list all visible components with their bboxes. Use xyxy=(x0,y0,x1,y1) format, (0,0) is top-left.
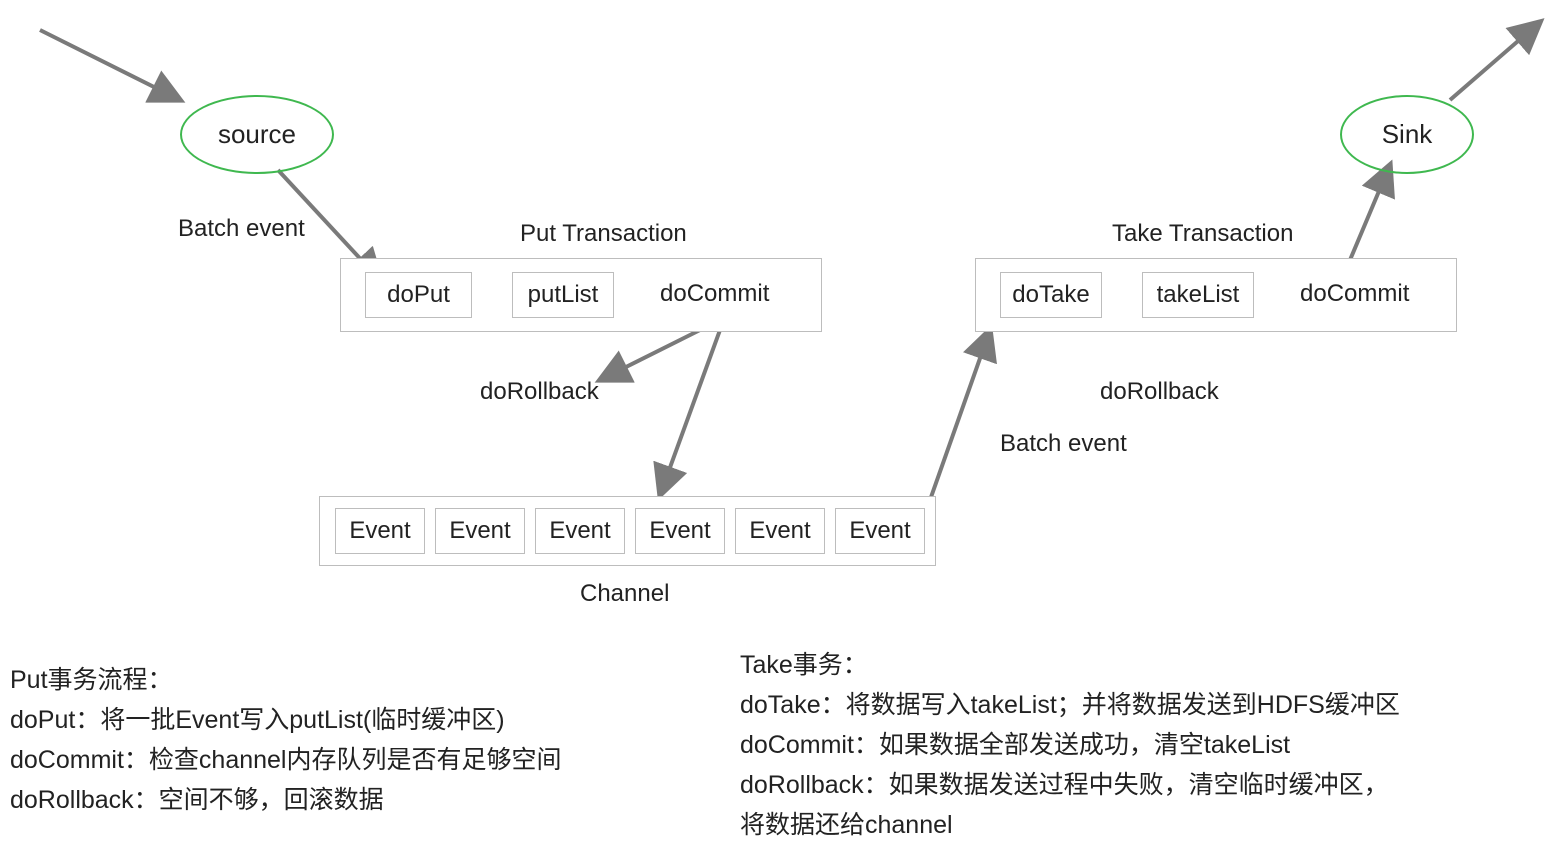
diagram-canvas: source Sink Batch event Put Transaction … xyxy=(0,0,1546,852)
channel-event: Event xyxy=(835,508,925,554)
dorollback-left-label: doRollback xyxy=(480,378,599,406)
doput-cell: doPut xyxy=(365,272,472,318)
sink-label: Sink xyxy=(1382,119,1433,150)
channel-event-label: Event xyxy=(649,517,710,545)
dorollback-right-label: doRollback xyxy=(1100,378,1219,406)
channel-event-label: Event xyxy=(449,517,510,545)
channel-event: Event xyxy=(635,508,725,554)
channel-event-label: Event xyxy=(849,517,910,545)
takelist-cell: takeList xyxy=(1142,272,1254,318)
channel-event: Event xyxy=(735,508,825,554)
dotake-label: doTake xyxy=(1012,281,1089,309)
putlist-cell: putList xyxy=(512,272,614,318)
docommit-right-label: doCommit xyxy=(1300,280,1409,308)
source-label: source xyxy=(218,119,296,150)
batch-event-right-label: Batch event xyxy=(1000,430,1127,458)
channel-event: Event xyxy=(335,508,425,554)
putlist-label: putList xyxy=(528,281,599,309)
sink-node: Sink xyxy=(1340,95,1474,174)
takelist-label: takeList xyxy=(1157,281,1240,309)
channel-label: Channel xyxy=(580,580,669,608)
channel-event-label: Event xyxy=(749,517,810,545)
batch-event-left-label: Batch event xyxy=(178,215,305,243)
channel-event-label: Event xyxy=(549,517,610,545)
put-description: Put事务流程： doPut：将一批Event写入putList(临时缓冲区) … xyxy=(10,660,562,820)
take-description: Take事务： doTake：将数据写入takeList；并将数据发送到HDFS… xyxy=(740,645,1400,845)
channel-event: Event xyxy=(435,508,525,554)
channel-event-label: Event xyxy=(349,517,410,545)
doput-label: doPut xyxy=(387,281,450,309)
channel-event: Event xyxy=(535,508,625,554)
take-transaction-title: Take Transaction xyxy=(1112,220,1293,248)
docommit-left-label: doCommit xyxy=(660,280,769,308)
put-transaction-title: Put Transaction xyxy=(520,220,687,248)
source-node: source xyxy=(180,95,334,174)
dotake-cell: doTake xyxy=(1000,272,1102,318)
